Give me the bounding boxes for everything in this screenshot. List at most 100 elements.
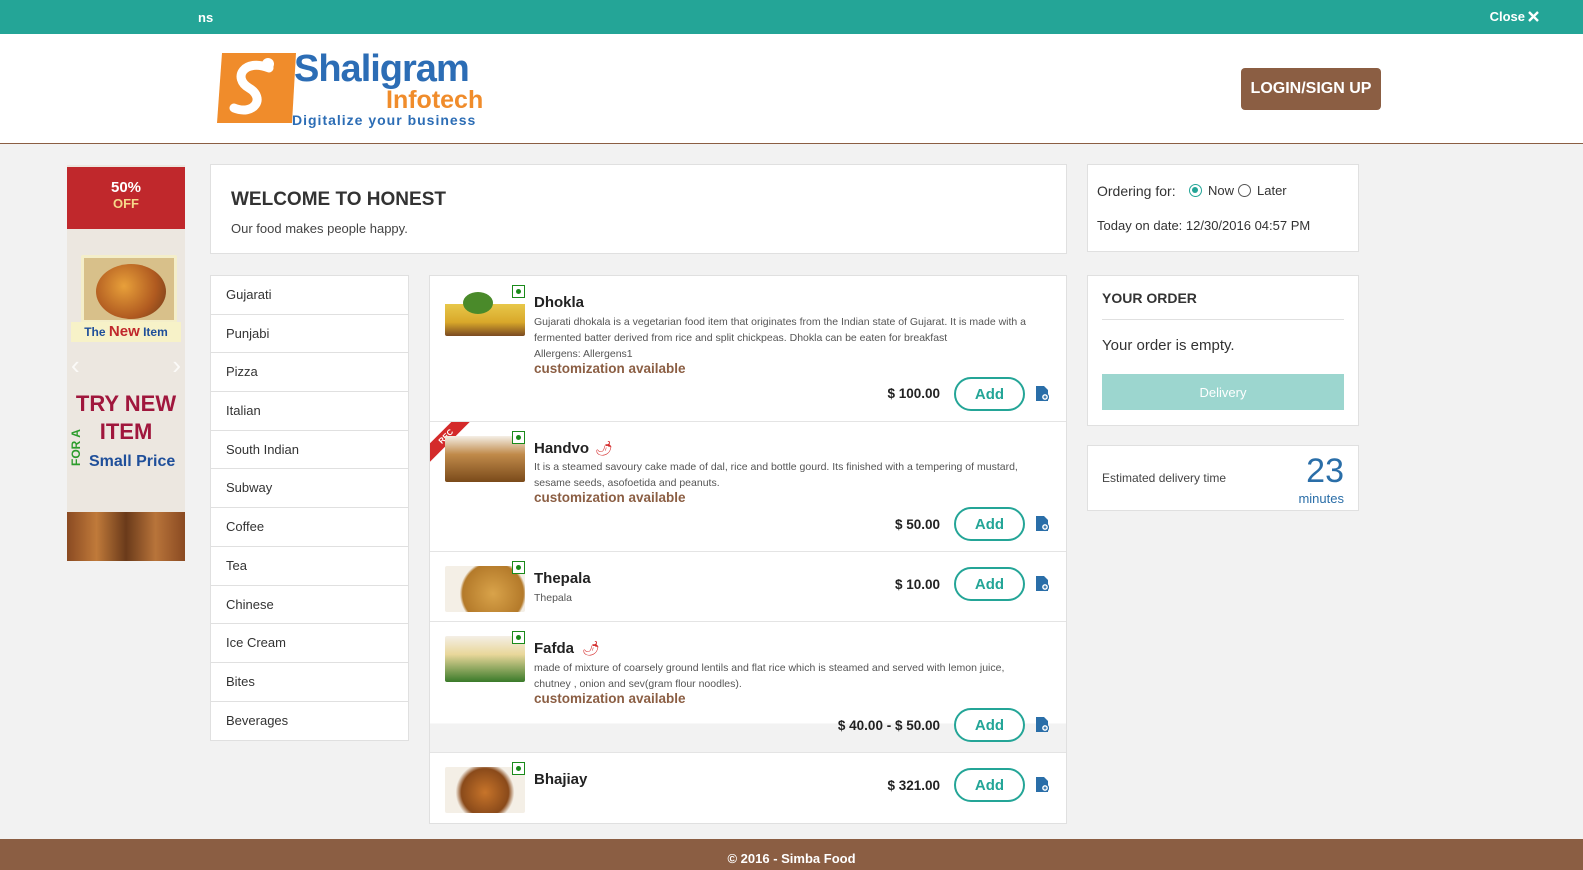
new-item-tag: The New Item [71, 322, 181, 342]
now-radio[interactable] [1189, 184, 1202, 197]
category-item[interactable]: Tea [211, 547, 408, 586]
new-item-new: New [108, 323, 140, 340]
item-name: Fafda [534, 640, 575, 657]
try-line-1: TRY NEW [75, 391, 177, 416]
welcome-subtitle: Our food makes people happy. [231, 221, 408, 236]
menu-item-thepala: Thepala Thepala $ 10.00 Add [430, 552, 1066, 622]
item-name: Dhokla [534, 294, 585, 311]
item-description: Gujarati dhokala is a vegetarian food it… [534, 316, 1027, 344]
customization-label: customization available [534, 490, 686, 505]
top-bar-notice: ns [198, 10, 214, 25]
item-description: made of mixture of coarsely ground lenti… [534, 662, 1005, 690]
welcome-panel: WELCOME TO HONEST Our food makes people … [210, 164, 1067, 254]
item-description: It is a steamed savoury cake made of dal… [534, 461, 1018, 489]
menu-item-dhokla: Dhokla Gujarati dhokala is a vegetarian … [430, 276, 1066, 422]
item-name: Handvo [534, 440, 590, 457]
eta-value: 23 [1306, 452, 1344, 490]
banner-next-arrow[interactable]: › [172, 350, 181, 381]
category-item[interactable]: South Indian [211, 431, 408, 470]
add-to-order-button[interactable]: Add [954, 768, 1025, 802]
small-price-text: Small Price [89, 453, 176, 470]
category-item[interactable]: Pizza [211, 353, 408, 393]
ordering-for-panel: Ordering for: Now Later Today on date: 1… [1087, 164, 1359, 252]
item-price: $ 100.00 [887, 386, 940, 401]
category-list: Gujarati Punjabi Pizza Italian South Ind… [210, 275, 409, 742]
add-to-order-button[interactable]: Add [954, 708, 1025, 742]
site-footer: © 2016 - Simba Food [0, 839, 1583, 870]
customization-label: customization available [534, 691, 686, 706]
item-price: $ 10.00 [894, 577, 940, 592]
category-item[interactable]: Ice Cream [211, 624, 408, 663]
category-item[interactable]: Subway [211, 469, 408, 509]
later-radio[interactable] [1238, 184, 1251, 197]
shaligram-logo[interactable]: Shaligram Infotech Digitalize your busin… [214, 48, 504, 128]
veg-indicator-icon [512, 561, 525, 574]
veg-indicator-icon [512, 285, 525, 298]
banner-prev-arrow[interactable]: ‹ [71, 350, 80, 381]
item-name: Thepala [534, 570, 591, 587]
eta-label: Estimated delivery time [1102, 471, 1227, 485]
item-allergens: Allergens: Allergens1 [534, 348, 633, 360]
veg-indicator-icon [512, 431, 525, 444]
item-details-icon[interactable] [1035, 515, 1049, 532]
logo-name: Shaligram [294, 48, 470, 90]
welcome-title: WELCOME TO HONEST [231, 189, 446, 210]
new-item-item: Item [143, 325, 168, 339]
category-item[interactable]: Bites [211, 663, 408, 702]
item-details-icon[interactable] [1035, 776, 1049, 793]
category-item[interactable]: Beverages [211, 702, 408, 741]
close-button[interactable]: Close [1490, 9, 1539, 24]
menu-item-bhajiay: Bhajiay $ 321.00 Add [430, 753, 1066, 823]
category-item[interactable]: Coffee [211, 508, 408, 547]
for-a-text: FOR A [69, 429, 83, 467]
food-plate-image [81, 255, 177, 323]
new-item-the: The [84, 325, 106, 339]
spicy-chili-icon: 🌶 [582, 640, 600, 656]
menu-item-fafda: Fafda 🌶 made of mixture of coarsely grou… [430, 622, 1066, 753]
your-order-panel: YOUR ORDER Your order is empty. Delivery [1087, 275, 1359, 426]
site-header: Shaligram Infotech Digitalize your busin… [0, 34, 1583, 144]
item-price: $ 50.00 [894, 517, 940, 532]
ordering-for-label: Ordering for: [1097, 183, 1176, 199]
top-notification-bar: ns Close [0, 0, 1583, 34]
item-details-icon[interactable] [1035, 575, 1049, 592]
divider [1102, 319, 1344, 320]
add-to-order-button[interactable]: Add [954, 377, 1025, 411]
customization-label: customization available [534, 361, 686, 376]
food-bowls-image [67, 512, 185, 561]
footer-copyright: © 2016 - Simba Food [727, 851, 856, 866]
spicy-chili-icon: 🌶 [595, 440, 613, 456]
veg-indicator-icon [512, 631, 525, 644]
logo-tagline: Digitalize your business [292, 112, 477, 128]
order-empty-text: Your order is empty. [1102, 337, 1235, 354]
item-details-icon[interactable] [1035, 385, 1049, 402]
login-signup-button[interactable]: LOGIN/SIGN UP [1241, 68, 1381, 110]
add-to-order-button[interactable]: Add [954, 567, 1025, 601]
category-item[interactable]: Italian [211, 392, 408, 431]
eta-unit: minutes [1298, 491, 1344, 506]
item-details-icon[interactable] [1035, 716, 1049, 733]
category-item[interactable]: Punjabi [211, 315, 408, 354]
later-label[interactable]: Later [1257, 183, 1287, 198]
logo-sub: Infotech [386, 86, 484, 114]
now-label[interactable]: Now [1208, 183, 1234, 198]
your-order-title: YOUR ORDER [1102, 290, 1197, 306]
promo-banner[interactable]: 50% OFF ‹ › The New Item TRY NEW ITEM FO… [67, 165, 185, 561]
delivery-time-panel: Estimated delivery time 23 minutes [1087, 445, 1359, 511]
menu-items-list: Dhokla Gujarati dhokala is a vegetarian … [429, 275, 1067, 824]
category-item[interactable]: Gujarati [211, 276, 408, 315]
category-item[interactable]: Chinese [211, 586, 408, 625]
item-price: $ 40.00 - $ 50.00 [837, 718, 940, 733]
add-to-order-button[interactable]: Add [954, 507, 1025, 541]
close-icon [1528, 11, 1539, 22]
menu-item-handvo: REC Handvo 🌶 It is a steamed savoury cak… [430, 422, 1066, 552]
close-label: Close [1489, 9, 1525, 24]
order-date: Today on date: 12/30/2016 04:57 PM [1097, 218, 1311, 233]
veg-indicator-icon [512, 762, 525, 775]
discount-off: OFF [113, 196, 139, 211]
delivery-button[interactable]: Delivery [1102, 374, 1344, 410]
item-name: Bhajiay [534, 771, 588, 788]
discount-percent: 50% [110, 179, 142, 196]
item-price: $ 321.00 [887, 778, 940, 793]
discount-ribbon: 50% OFF [67, 167, 185, 229]
